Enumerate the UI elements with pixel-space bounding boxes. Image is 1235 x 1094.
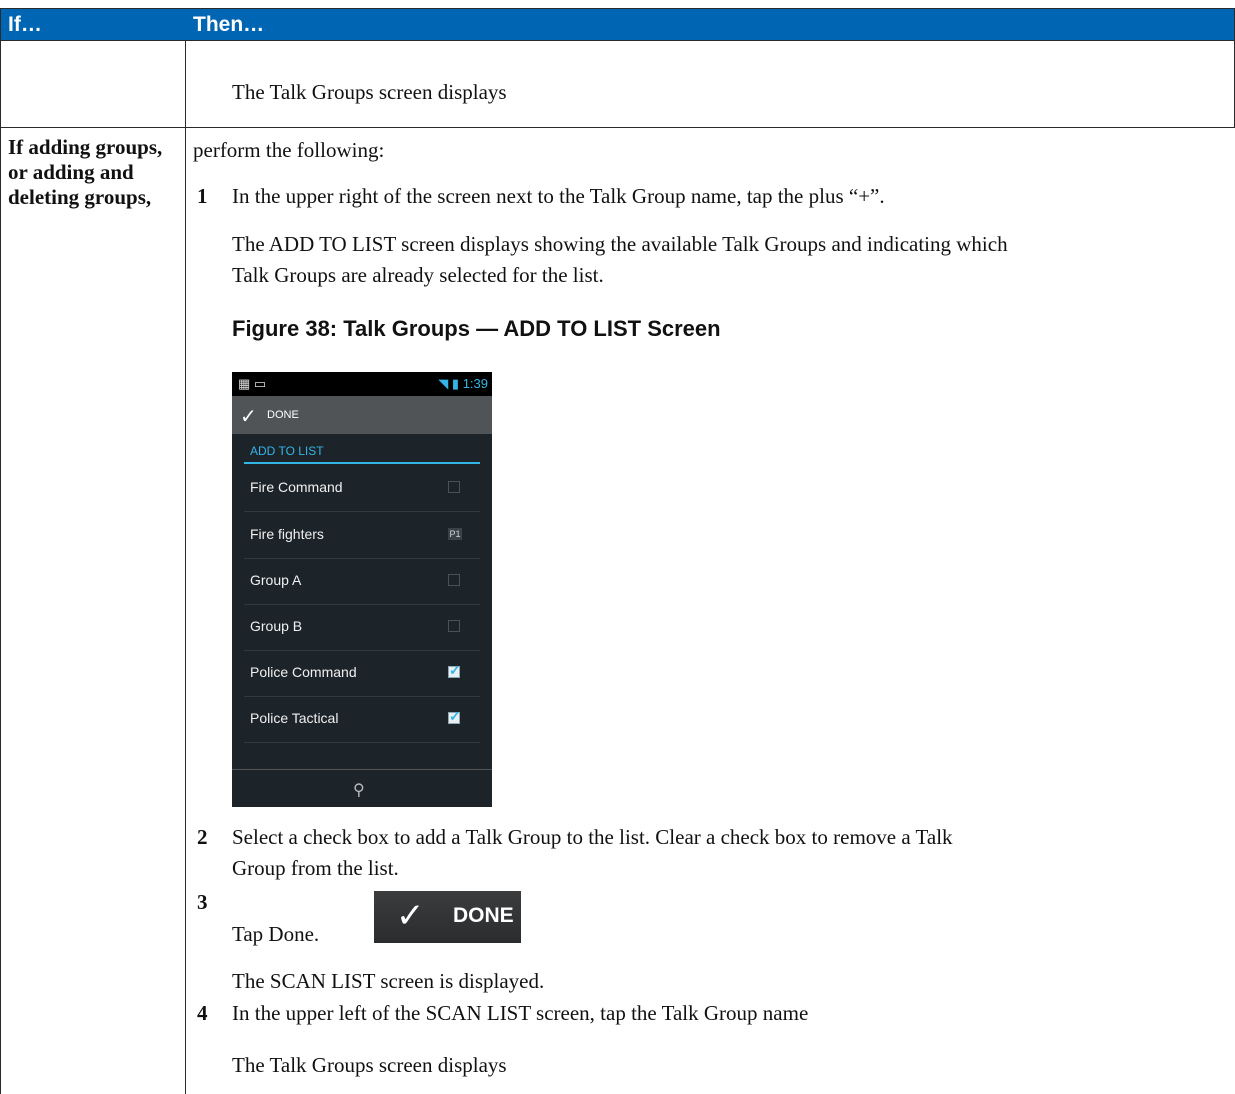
section-underline bbox=[244, 462, 480, 464]
table-left-border bbox=[0, 8, 1, 128]
list-item-label: Police Command bbox=[250, 664, 357, 680]
step3-number: 3 bbox=[197, 890, 208, 914]
header-if: If… bbox=[8, 13, 42, 36]
step1-text: In the upper right of the screen next to… bbox=[232, 184, 885, 208]
table-header: If… Then… bbox=[0, 8, 1235, 41]
list-item-label: Group A bbox=[250, 572, 302, 588]
row2-intro: perform the following: bbox=[193, 138, 385, 162]
section-label: ADD TO LIST bbox=[250, 444, 324, 458]
column-divider bbox=[185, 40, 186, 1094]
list-item-label: Fire fighters bbox=[250, 526, 324, 542]
step2-number: 2 bbox=[197, 825, 208, 849]
done-button[interactable]: DONE bbox=[267, 409, 299, 421]
step2-line2: Group from the list. bbox=[232, 856, 399, 880]
status-right: ◥ ▮ 1:39 bbox=[438, 376, 488, 392]
checkbox[interactable] bbox=[448, 481, 460, 493]
list-item[interactable]: Group A bbox=[244, 558, 480, 605]
phone-screenshot: ▦ ▭ ◥ ▮ 1:39 ✓ DONE ADD TO LIST Fire Com… bbox=[232, 372, 492, 807]
step2-line1: Select a check box to add a Talk Group t… bbox=[232, 825, 953, 849]
status-time: 1:39 bbox=[462, 376, 488, 391]
check-icon: ✓ bbox=[449, 662, 461, 678]
step1-result-line1: The ADD TO LIST screen displays showing … bbox=[232, 232, 1008, 256]
checkmark-icon: ✓ bbox=[396, 896, 425, 936]
list-item[interactable]: Group B bbox=[244, 604, 480, 651]
step3-result: The SCAN LIST screen is displayed. bbox=[232, 969, 545, 993]
list-item[interactable]: Fire fighters P1 bbox=[244, 512, 480, 559]
list-item[interactable]: Police Tactical ✓ bbox=[244, 696, 480, 743]
step4-result: The Talk Groups screen displays bbox=[232, 1053, 507, 1077]
action-bar: ✓ DONE bbox=[232, 396, 492, 434]
step3-text: Tap Done. bbox=[232, 922, 320, 946]
search-icon[interactable]: ⚲ bbox=[353, 780, 365, 800]
list-item-label: Police Tactical bbox=[250, 710, 339, 726]
status-notification-icons: ▦ ▭ bbox=[238, 376, 267, 391]
row2-if-text: If adding groups, or adding and deleting… bbox=[8, 135, 163, 209]
status-bar: ▦ ▭ ◥ ▮ 1:39 bbox=[232, 372, 492, 396]
header-then: Then… bbox=[193, 13, 265, 36]
table-left-border-2 bbox=[0, 127, 1, 1094]
battery-icon: ▮ bbox=[451, 376, 460, 391]
list-item[interactable]: Fire Command bbox=[244, 465, 480, 512]
checkbox[interactable] bbox=[448, 620, 460, 632]
step1-result-line2: Talk Groups are already selected for the… bbox=[232, 263, 604, 287]
if-then-table: If… Then… The Talk Groups screen display… bbox=[0, 0, 1235, 1094]
step4-number: 4 bbox=[197, 1001, 208, 1025]
checkbox-checked[interactable]: ✓ bbox=[448, 662, 461, 678]
checkmark-icon[interactable]: ✓ bbox=[240, 404, 257, 429]
figure-caption: Figure 38: Talk Groups — ADD TO LIST Scr… bbox=[232, 316, 721, 341]
step1-number: 1 bbox=[197, 184, 208, 208]
check-icon: ✓ bbox=[449, 708, 461, 724]
list-item-label: Fire Command bbox=[250, 479, 343, 495]
checkbox[interactable] bbox=[448, 574, 460, 586]
bottom-bar: ⚲ bbox=[232, 769, 492, 807]
priority-badge[interactable]: P1 bbox=[448, 528, 462, 540]
list-item-label: Group B bbox=[250, 618, 303, 634]
wifi-icon: ◥ bbox=[438, 376, 449, 391]
row1-then-text: The Talk Groups screen displays bbox=[232, 80, 507, 104]
done-button-image: ✓ DONE bbox=[374, 891, 521, 943]
list-item[interactable]: Police Command ✓ bbox=[244, 650, 480, 697]
done-image-label: DONE bbox=[453, 904, 514, 927]
checkbox-checked[interactable]: ✓ bbox=[448, 708, 461, 724]
step4-text: In the upper left of the SCAN LIST scree… bbox=[232, 1001, 809, 1025]
row-divider bbox=[0, 127, 1235, 128]
